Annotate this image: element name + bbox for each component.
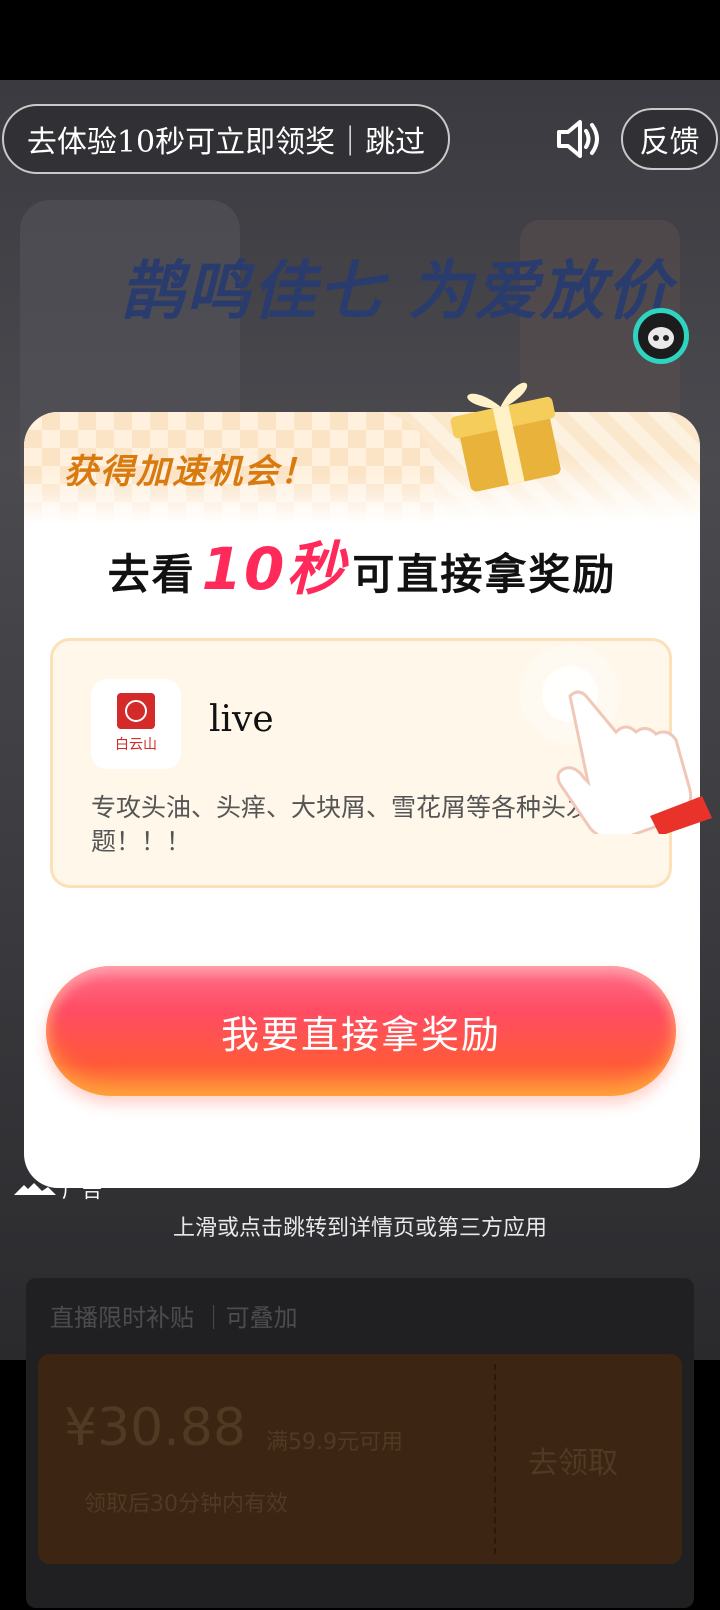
app-icon-text: 白云山 bbox=[115, 737, 157, 753]
coupon[interactable]: ¥30.88 满59.9元可用 领取后30分钟内有效 去领取 bbox=[38, 1354, 682, 1564]
speaker-icon[interactable] bbox=[553, 114, 603, 164]
ad-logo-icon bbox=[14, 1182, 56, 1195]
subtitle-prefix: 去看 bbox=[107, 550, 196, 599]
coupon-divider bbox=[494, 1364, 496, 1554]
feedback-button[interactable]: 反馈 bbox=[621, 108, 718, 170]
subtitle-suffix: 可直接拿奖励 bbox=[352, 550, 617, 599]
coupon-price: ¥30.88 bbox=[64, 1398, 246, 1458]
status-bar-area bbox=[0, 0, 720, 80]
claim-reward-button[interactable]: 我要直接拿奖励 bbox=[46, 966, 676, 1096]
card-title: 获得加速机会！ bbox=[64, 452, 316, 492]
coupon-panel: 直播限时补贴 ｜可叠加 ¥30.88 满59.9元可用 领取后30分钟内有效 去… bbox=[26, 1278, 694, 1608]
hand-pointer-icon bbox=[520, 644, 712, 834]
subtitle-highlight: 10秒 bbox=[202, 522, 347, 606]
coupon-tag: 直播限时补贴 ｜可叠加 bbox=[50, 1304, 298, 1332]
coupon-claim-button[interactable]: 去领取 bbox=[528, 1438, 618, 1482]
gift-icon bbox=[450, 382, 561, 492]
coupon-note: 领取后30分钟内有效 bbox=[84, 1492, 288, 1517]
swipe-hint: 上滑或点击跳转到详情页或第三方应用 bbox=[172, 1216, 547, 1241]
ad-label: 广告 bbox=[14, 1174, 102, 1203]
ad-headline: 鹊鸣佳七 为爱放价 bbox=[120, 255, 673, 329]
robot-icon[interactable] bbox=[633, 308, 689, 364]
skip-button[interactable]: 去体验10秒可立即领奖｜跳过 bbox=[2, 104, 450, 174]
app-icon: 白云山 bbox=[91, 679, 181, 769]
ad-label-text: 广告 bbox=[62, 1178, 102, 1202]
coupon-condition: 满59.9元可用 bbox=[266, 1430, 403, 1455]
app-name: live bbox=[209, 699, 274, 740]
card-subtitle: 去看 10秒 可直接拿奖励 bbox=[24, 522, 700, 606]
